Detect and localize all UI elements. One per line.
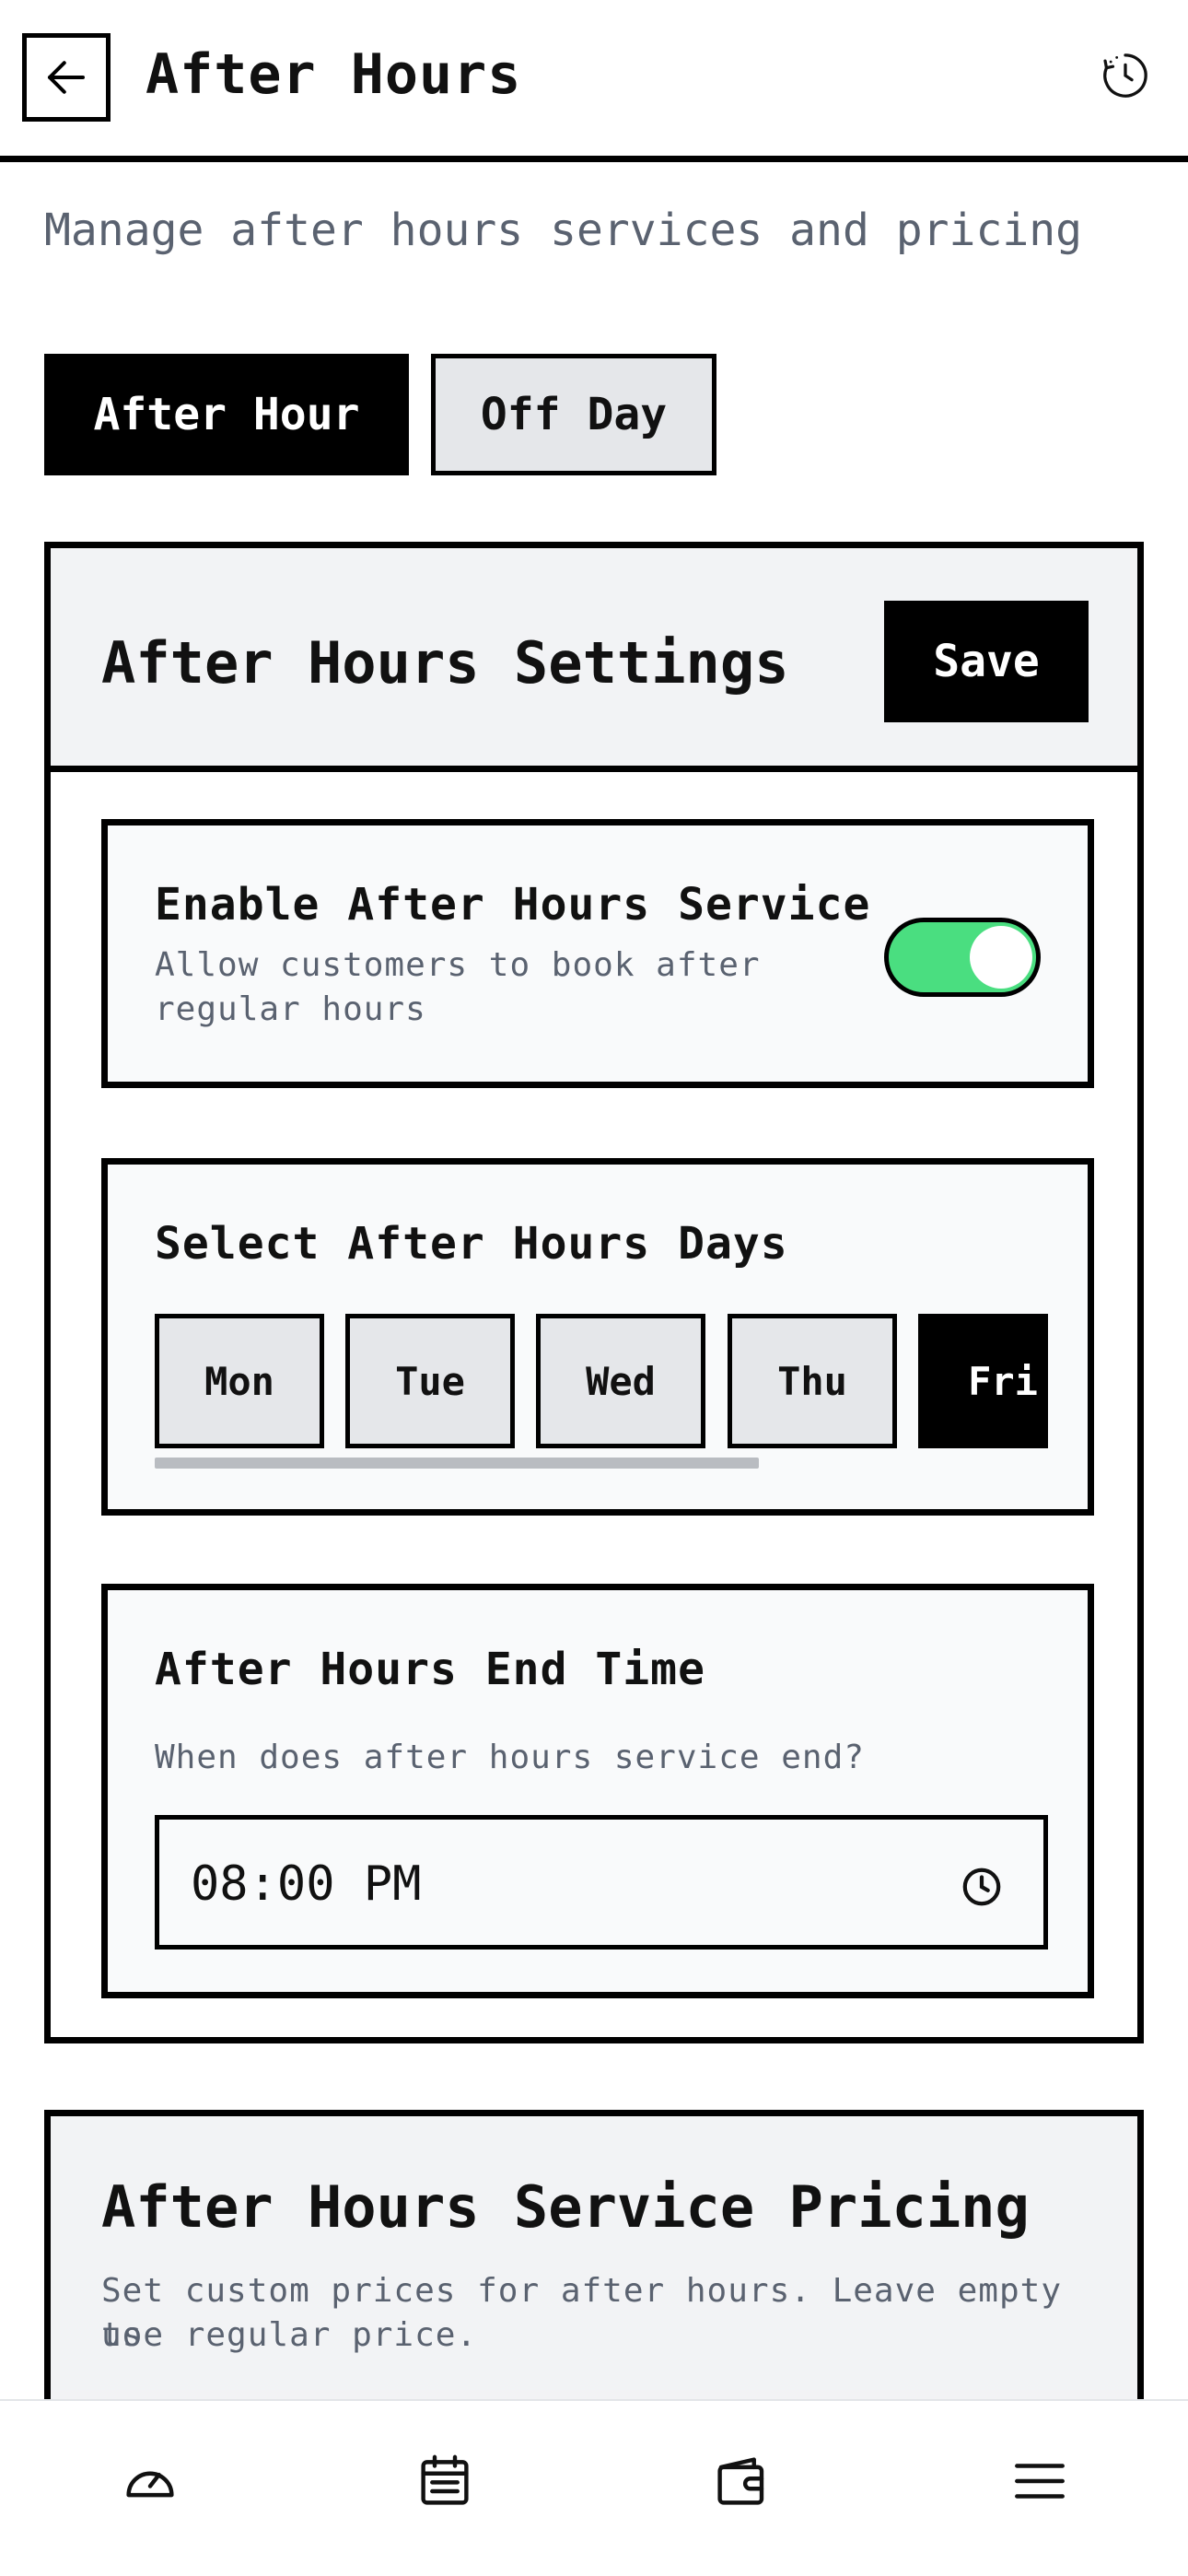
settings-title: After Hours Settings [101, 629, 789, 697]
day-chip-wed[interactable]: Wed [536, 1314, 705, 1448]
enable-service-title: Enable After Hours Service [155, 879, 871, 931]
nav-menu[interactable] [1007, 2449, 1072, 2513]
day-chip-mon[interactable]: Mon [155, 1314, 324, 1448]
wallet-icon [717, 2457, 764, 2505]
enable-service-box: Enable After Hours Service Allow custome… [101, 819, 1094, 1088]
bottom-navigation [0, 2399, 1188, 2576]
tab-after-hour[interactable]: After Hour [44, 354, 409, 475]
toggle-knob [970, 926, 1032, 989]
dashboard-icon [126, 2471, 174, 2498]
select-days-title: Select After Hours Days [155, 1218, 788, 1270]
settings-card-header: After Hours Settings Save [51, 548, 1137, 772]
calendar-icon [421, 2454, 469, 2505]
day-chip-tue[interactable]: Tue [345, 1314, 515, 1448]
enable-service-toggle[interactable] [884, 918, 1041, 997]
enable-service-desc-line-2: regular hours [155, 990, 426, 1028]
page-title: After Hours [146, 42, 522, 107]
days-scroller[interactable]: Mon Tue Wed Thu Fri [155, 1314, 1048, 1452]
pricing-title: After Hours Service Pricing [101, 2173, 1030, 2241]
arrow-left-icon [47, 61, 86, 94]
after-hours-screen: After Hours Manage after hours services … [0, 0, 1188, 2576]
history-button[interactable] [1100, 50, 1151, 101]
top-bar: After Hours [0, 0, 1188, 162]
end-time-box: After Hours End Time When does after hou… [101, 1584, 1094, 1998]
service-pricing-card: After Hours Service Pricing Set custom p… [44, 2110, 1144, 2423]
page-subtitle: Manage after hours services and pricing [44, 205, 1083, 256]
nav-dashboard[interactable] [118, 2449, 182, 2513]
day-chip-fri[interactable]: Fri [918, 1314, 1048, 1448]
nav-wallet[interactable] [709, 2449, 774, 2513]
after-hours-settings-card: After Hours Settings Save Enable After H… [44, 542, 1144, 2043]
pricing-desc-line-2: use regular price. [101, 2316, 478, 2354]
history-icon [1103, 53, 1147, 98]
enable-service-desc-line-1: Allow customers to book after [155, 946, 761, 984]
clock-icon[interactable] [961, 1866, 1003, 1908]
tab-off-day[interactable]: Off Day [431, 354, 716, 475]
nav-calendar[interactable] [413, 2449, 477, 2513]
end-time-desc: When does after hours service end? [155, 1739, 865, 1776]
day-chip-thu[interactable]: Thu [728, 1314, 897, 1448]
save-button[interactable]: Save [884, 601, 1089, 722]
back-button[interactable] [22, 33, 111, 122]
select-days-box: Select After Hours Days Mon Tue Wed Thu … [101, 1158, 1094, 1516]
days-scrollbar[interactable] [155, 1458, 759, 1469]
end-time-title: After Hours End Time [155, 1644, 705, 1695]
end-time-value: 08:00 PM [191, 1856, 422, 1912]
menu-icon [1015, 2464, 1065, 2499]
end-time-input[interactable]: 08:00 PM [155, 1815, 1048, 1950]
